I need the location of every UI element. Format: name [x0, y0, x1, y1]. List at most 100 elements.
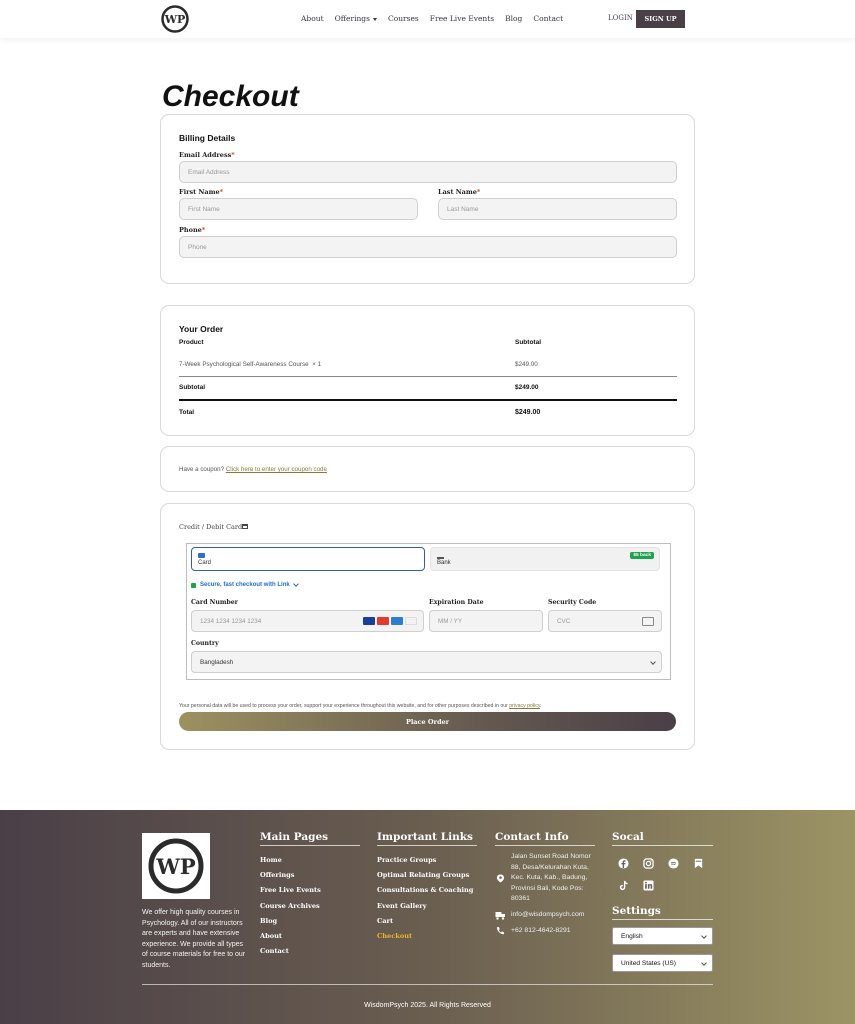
required-mark: * [231, 151, 235, 159]
footer-link-contact[interactable]: Contact [260, 944, 321, 959]
chevron-down-icon [650, 659, 656, 665]
main-pages-title: Main Pages [260, 831, 360, 846]
nav-offerings[interactable]: Offerings [335, 14, 377, 23]
site-header: WP About Offerings Courses Free Live Eve… [0, 0, 855, 38]
bookmark-icon[interactable] [693, 858, 704, 869]
nav-free-live-events[interactable]: Free Live Events [430, 14, 494, 23]
nav-courses[interactable]: Courses [388, 14, 419, 23]
total-value: $249.00 [515, 409, 541, 416]
stripe-payment-element: Card Bank $5 back Secure, fast checkout … [186, 543, 671, 680]
footer-link-cart[interactable]: Cart [377, 914, 473, 929]
coupon-row: Have a coupon? Click here to enter your … [179, 466, 327, 473]
expiry-placeholder: MM / YY [438, 617, 463, 625]
card-number-placeholder: 1234 1234 1234 1234 [200, 617, 262, 625]
contact-email[interactable]: info@wisdompsych.com [511, 910, 584, 921]
required-mark: * [201, 226, 206, 234]
important-links-list: Practice Groups Optimal Relating Groups … [377, 853, 473, 944]
phone-field[interactable]: Phone [179, 236, 677, 258]
item-price: $249.00 [515, 361, 538, 368]
discover-icon [405, 617, 417, 625]
footer-description: We offer high quality courses in Psychol… [142, 909, 246, 969]
footer-link-about[interactable]: About [260, 929, 321, 944]
chevron-down-icon [372, 17, 377, 21]
country-select[interactable]: Bangladesh [191, 651, 662, 673]
nav-offerings-label: Offerings [334, 14, 370, 23]
nav-blog[interactable]: Blog [505, 14, 522, 23]
contact-info-title: Contact Info [495, 831, 595, 846]
order-card: Your Order Product Subtotal 7-Week Psych… [160, 305, 695, 436]
card-brands [363, 617, 417, 625]
coupon-card: Have a coupon? Click here to enter your … [160, 446, 695, 492]
first-name-field[interactable]: First Name [179, 198, 418, 220]
credit-card-icon [242, 524, 248, 529]
footer-link-checkout[interactable]: Checkout [377, 929, 473, 944]
footer-link-optimal-relating[interactable]: Optimal Relating Groups [377, 868, 473, 883]
footer-link-event-gallery[interactable]: Event Gallery [377, 899, 473, 914]
settings-title: Settings [612, 905, 713, 920]
podcast-icon[interactable] [668, 858, 679, 869]
link-checkout[interactable]: Secure, fast checkout with Link [191, 581, 299, 588]
last-name-field[interactable]: Last Name [438, 198, 677, 220]
footer-link-free-live-events[interactable]: Free Live Events [260, 883, 321, 898]
item-qty: × 1 [312, 361, 322, 368]
language-select[interactable]: English [612, 927, 713, 945]
payment-card: Credit / Debit Card Card Bank $5 back Se… [160, 503, 695, 750]
footer-link-offerings[interactable]: Offerings [260, 868, 321, 883]
main-nav: About Offerings Courses Free Live Events… [301, 14, 563, 23]
footer-link-consultations[interactable]: Consultations & Coaching [377, 883, 473, 898]
footer-link-practice-groups[interactable]: Practice Groups [377, 853, 473, 868]
card-icon [198, 553, 205, 558]
copyright: WisdomPsych 2025. All Rights Reserved [364, 1002, 491, 1009]
lock-icon [191, 582, 196, 588]
cvc-label: Security Code [548, 599, 597, 606]
truck-mail-icon [495, 912, 505, 920]
tab-bank[interactable]: Bank $5 back [430, 547, 660, 571]
facebook-icon[interactable] [618, 858, 629, 869]
footer-link-home[interactable]: Home [260, 853, 321, 868]
instagram-icon[interactable] [643, 858, 654, 869]
footer-link-course-archives[interactable]: Course Archives [260, 899, 321, 914]
nav-about[interactable]: About [301, 14, 324, 23]
cvc-field[interactable]: CVC [548, 610, 662, 632]
total-label: Total [179, 409, 195, 416]
site-logo[interactable]: WP [160, 4, 190, 34]
location-pin-icon [496, 874, 505, 883]
first-name-placeholder: First Name [188, 205, 220, 213]
contact-address: Jalan Sunset Road Nomor 88, Desa/Kelurah… [511, 853, 591, 902]
expiry-field[interactable]: MM / YY [429, 610, 543, 632]
place-order-button[interactable]: Place Order [179, 712, 676, 731]
footer-link-blog[interactable]: Blog [260, 914, 321, 929]
billing-title: Billing Details [179, 133, 236, 143]
linkedin-icon[interactable] [643, 880, 654, 891]
card-number-field[interactable]: 1234 1234 1234 1234 [191, 610, 424, 632]
subtotal-label: Subtotal [179, 384, 205, 391]
tiktok-icon[interactable] [618, 880, 629, 891]
bank-icon [437, 553, 444, 559]
nav-contact[interactable]: Contact [533, 14, 563, 23]
phone-placeholder: Phone [188, 243, 207, 251]
region-select[interactable]: United States (US) [612, 954, 713, 972]
email-field[interactable]: Email Address [179, 161, 677, 183]
last-name-label-text: Last Name [438, 188, 477, 196]
main-pages-list: Home Offerings Free Live Events Course A… [260, 853, 321, 959]
chevron-down-icon [701, 960, 707, 966]
footer-logo[interactable]: WP [142, 833, 210, 899]
tab-card[interactable]: Card [191, 547, 425, 571]
login-link[interactable]: LOGIN [608, 14, 633, 22]
privacy-policy-link[interactable]: privacy policy [509, 703, 540, 709]
email-label-text: Email Address [179, 151, 232, 159]
first-name-label: First Name* [179, 188, 223, 196]
coupon-link[interactable]: Click here to enter your coupon code [226, 466, 327, 473]
coupon-text: Have a coupon? [179, 466, 225, 473]
country-value: Bangladesh [200, 658, 234, 666]
col-subtotal: Subtotal [515, 339, 541, 346]
first-name-label-text: First Name [179, 188, 220, 196]
email-label: Email Address* [179, 151, 235, 159]
language-value: English [621, 932, 643, 940]
email-placeholder: Email Address [188, 168, 230, 176]
col-product: Product [179, 339, 204, 346]
signup-button[interactable]: SIGN UP [636, 10, 685, 28]
card-number-label: Card Number [191, 599, 238, 606]
order-item: 7-Week Psychological Self-Awareness Cour… [179, 361, 321, 368]
contact-phone[interactable]: +62 812-4642-8291 [511, 926, 571, 937]
